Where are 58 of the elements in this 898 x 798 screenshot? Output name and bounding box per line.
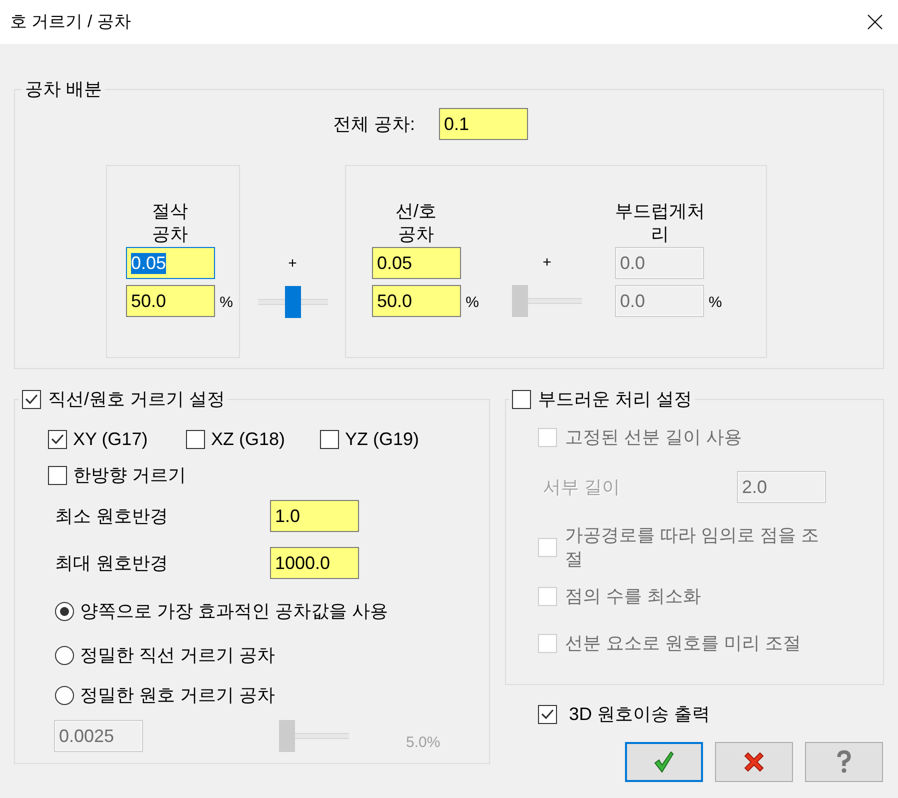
cross-icon <box>744 752 764 772</box>
unit-label: % <box>220 294 233 312</box>
question-mark-icon <box>836 750 852 774</box>
checkbox-label: 가공경로를 따라 임의로 점을 조절 <box>565 524 820 571</box>
plus-sign: + <box>542 253 552 273</box>
checkbox-label: YZ (G19) <box>345 428 420 450</box>
input-field[interactable]: 0.05 <box>372 247 461 279</box>
checkmark-icon <box>541 709 554 719</box>
checkbox[interactable] <box>48 430 67 448</box>
checkbox-label: XZ (G18) <box>211 428 286 450</box>
checkmark-icon <box>25 394 38 404</box>
checkbox-label: 한방향 거르기 <box>73 464 186 486</box>
checkbox-label: 직선/원호 거르기 설정 <box>48 388 226 410</box>
field-label: 부드럽게처리 <box>614 200 706 246</box>
checkbox-label: 3D 원호이송 출력 <box>569 703 710 725</box>
checkbox-label: XY (G17) <box>73 428 148 450</box>
checkbox[interactable] <box>538 704 557 724</box>
radio-button[interactable] <box>55 686 74 704</box>
input-field[interactable]: 1000.0 <box>270 547 359 579</box>
field-label: 절삭 공차 <box>151 200 189 246</box>
close-icon[interactable] <box>867 14 883 30</box>
field-label: 최대 원호반경 <box>55 552 170 575</box>
input-field[interactable]: 0.1 <box>439 108 528 140</box>
radio-label: 정밀한 직선 거르기 공차 <box>80 644 276 667</box>
radio-dot-icon <box>60 606 69 616</box>
radio-button[interactable] <box>55 602 74 620</box>
radio-button[interactable] <box>55 646 74 664</box>
checkbox[interactable] <box>186 430 205 448</box>
input-field[interactable]: 0.05 <box>126 247 215 279</box>
field-label: 선/호 공차 <box>394 200 438 246</box>
checkmark-icon <box>654 751 674 773</box>
checkbox-label: 고정된 선분 길이 사용 <box>565 426 742 449</box>
help-button[interactable] <box>805 742 883 782</box>
checkbox-label: 부드러운 처리 설정 <box>538 388 692 410</box>
checkbox-label: 점의 수를 최소화 <box>565 585 702 608</box>
cancel-button[interactable] <box>715 742 793 782</box>
group-title: 공차 배분 <box>25 78 102 100</box>
checkbox[interactable] <box>512 390 531 408</box>
checkmark-icon <box>51 434 64 444</box>
ok-button[interactable] <box>625 742 703 782</box>
input-field[interactable]: 50.0 <box>126 285 215 317</box>
checkbox[interactable] <box>48 466 67 484</box>
checkbox[interactable] <box>320 430 339 448</box>
input-field[interactable]: 50.0 <box>372 285 461 317</box>
field-label: 최소 원호반경 <box>55 505 170 528</box>
radio-label: 양쪽으로 가장 효과적인 공차값을 사용 <box>80 600 388 623</box>
slider-thumb[interactable] <box>284 286 300 318</box>
unit-label: % <box>466 294 479 312</box>
radio-label: 정밀한 원호 거르기 공차 <box>80 684 276 707</box>
field-label: 서부 길이 <box>543 476 622 499</box>
field-label: 전체 공차: <box>333 113 416 136</box>
checkbox-label: 선분 요소로 원호를 미리 조절 <box>565 632 802 655</box>
unit-label: % <box>708 294 722 312</box>
input-field[interactable]: 1.0 <box>270 500 359 532</box>
percent-reading: 5.0% <box>406 734 440 750</box>
window-title: 호 거르기 / 공차 <box>10 11 131 33</box>
checkbox[interactable] <box>22 390 41 408</box>
plus-sign: + <box>288 254 297 274</box>
